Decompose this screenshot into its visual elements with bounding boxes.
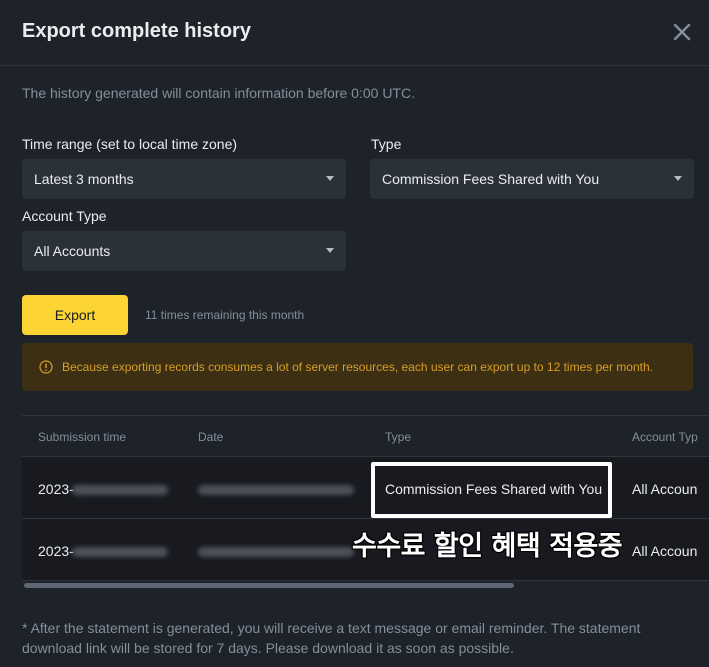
warning-text: Because exporting records consumes a lot… xyxy=(62,360,653,374)
horizontal-scrollbar[interactable] xyxy=(24,583,514,588)
column-header-submission-time: Submission time xyxy=(38,430,127,444)
export-button[interactable]: Export xyxy=(22,295,128,335)
redacted-submission-time xyxy=(72,485,168,495)
chevron-down-icon xyxy=(674,176,682,181)
modal-header: Export complete history xyxy=(0,0,709,66)
chevron-down-icon xyxy=(326,248,334,253)
submission-time-cell: 2023- xyxy=(38,543,74,559)
type-label: Type xyxy=(371,136,402,152)
warning-banner: Because exporting records consumes a lot… xyxy=(22,343,693,391)
time-range-label: Time range (set to local time zone) xyxy=(22,136,238,152)
export-history-modal: Export complete history The history gene… xyxy=(0,0,709,667)
redacted-submission-time xyxy=(72,547,168,557)
time-range-select[interactable]: Latest 3 months xyxy=(22,159,346,199)
footnote-text: * After the statement is generated, you … xyxy=(22,620,641,656)
account-type-label: Account Type xyxy=(22,208,107,224)
time-range-value: Latest 3 months xyxy=(34,171,134,187)
account-type-select[interactable]: All Accounts xyxy=(22,231,346,271)
type-value: Commission Fees Shared with You xyxy=(382,171,600,187)
highlight-annotation-box xyxy=(371,462,612,518)
table-header: Submission time Date Type Account Typ xyxy=(22,415,709,457)
submission-time-cell: 2023- xyxy=(38,481,74,497)
column-header-type: Type xyxy=(385,430,412,444)
overlay-annotation-text: 수수료 할인 혜택 적용중 xyxy=(352,531,623,562)
redacted-date xyxy=(198,485,354,495)
column-header-account-type: Account Typ xyxy=(632,430,698,444)
account-type-value: All Accounts xyxy=(34,243,111,259)
column-header-date: Date xyxy=(198,430,224,444)
modal-title: Export complete history xyxy=(22,20,251,42)
remaining-count: 11 times remaining this month xyxy=(145,308,305,322)
info-text: The history generated will contain infor… xyxy=(22,85,415,101)
type-select[interactable]: Commission Fees Shared with You xyxy=(370,159,694,199)
account-type-cell: All Accoun xyxy=(632,481,698,497)
redacted-date xyxy=(198,547,354,557)
chevron-down-icon xyxy=(326,176,334,181)
info-circle-icon xyxy=(39,360,53,374)
close-icon[interactable] xyxy=(670,20,694,44)
account-type-cell: All Accoun xyxy=(632,543,698,559)
